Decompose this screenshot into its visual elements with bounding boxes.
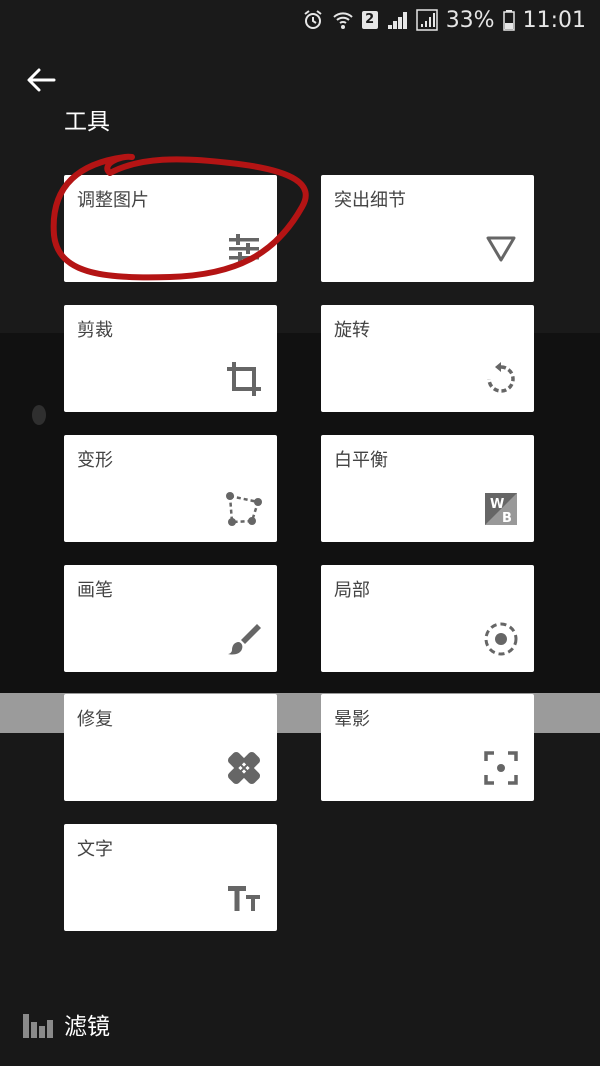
svg-text:W: W (490, 497, 504, 512)
text-icon (224, 878, 264, 918)
tool-label: 调整图片 (77, 190, 149, 211)
battery-icon (502, 9, 515, 31)
filters-icon (23, 1014, 53, 1038)
tool-label: 局部 (334, 580, 370, 601)
selective-icon (481, 619, 521, 659)
clock: 11:01 (522, 7, 586, 33)
sim-badge: 2 (361, 11, 378, 29)
wifi-icon (332, 9, 354, 31)
tool-tune-image[interactable]: 调整图片 (64, 175, 277, 282)
svg-text:B: B (502, 511, 512, 526)
tool-selective[interactable]: 局部 (321, 565, 534, 672)
tool-crop[interactable]: 剪裁 (64, 305, 277, 412)
tool-perspective[interactable]: 变形 (64, 435, 277, 542)
tool-label: 文字 (77, 839, 113, 860)
arrow-left-icon (27, 68, 56, 92)
filters-button[interactable]: 滤镜 (22, 1006, 110, 1042)
status-bar: 2 33% 11:01 (0, 0, 600, 40)
alarm-icon (302, 9, 324, 31)
white-balance-icon: WB (481, 489, 521, 529)
signal-sim2-icon (415, 9, 438, 31)
page-title: 工具 (64, 109, 110, 135)
vignette-icon (481, 748, 521, 788)
perspective-icon (224, 489, 264, 529)
tool-text[interactable]: 文字 (64, 824, 277, 931)
tune-sliders-icon (224, 229, 264, 269)
filters-label: 滤镜 (64, 1014, 110, 1040)
tool-healing[interactable]: 修复 (64, 694, 277, 801)
back-button[interactable] (22, 62, 60, 98)
tool-label: 变形 (77, 450, 113, 471)
tool-rotate[interactable]: 旋转 (321, 305, 534, 412)
rotate-icon (481, 359, 521, 399)
triangle-down-icon (481, 229, 521, 269)
tool-vignette[interactable]: 晕影 (321, 694, 534, 801)
crop-icon (224, 359, 264, 399)
tool-label: 晕影 (334, 709, 370, 730)
battery-percent: 33% (445, 7, 495, 33)
tool-brush[interactable]: 画笔 (64, 565, 277, 672)
tool-label: 剪裁 (77, 320, 113, 341)
tool-details[interactable]: 突出细节 (321, 175, 534, 282)
tool-label: 画笔 (77, 580, 113, 601)
healing-icon (224, 748, 264, 788)
signal-icon (386, 9, 408, 31)
tool-white-balance[interactable]: 白平衡 WB (321, 435, 534, 542)
tool-label: 修复 (77, 709, 113, 730)
brush-icon (224, 619, 264, 659)
tool-label: 突出细节 (334, 190, 406, 211)
tool-label: 旋转 (334, 320, 370, 341)
tool-label: 白平衡 (334, 450, 388, 471)
